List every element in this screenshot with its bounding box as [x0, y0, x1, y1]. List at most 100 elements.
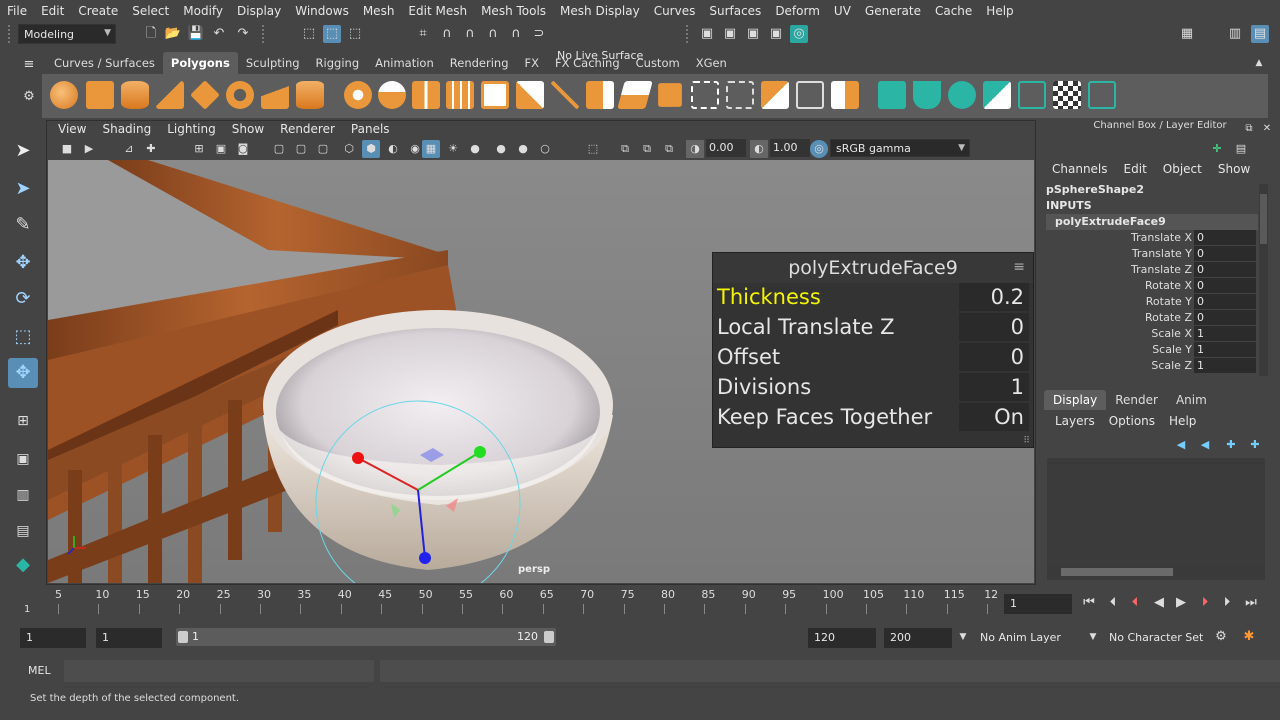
channel-attr-value[interactable]: 1: [1194, 326, 1256, 341]
menu-file[interactable]: File: [0, 4, 34, 18]
new-layer-icon[interactable]: ✚: [1222, 436, 1240, 454]
undo-icon[interactable]: ↶: [210, 25, 228, 43]
view-transform-dropdown[interactable]: sRGB gamma ▼: [830, 139, 970, 157]
shelf-tab-curves-surfaces[interactable]: Curves / Surfaces: [46, 52, 163, 74]
layer-list[interactable]: [1047, 458, 1265, 580]
playback-start-field[interactable]: 1: [96, 628, 162, 648]
shelf-settings-icon[interactable]: ⚙: [20, 88, 38, 106]
channel-box-scrollbar[interactable]: [1259, 184, 1268, 376]
poly-cone-icon[interactable]: [156, 81, 184, 109]
safe-title-icon[interactable]: ▢: [314, 140, 332, 158]
lasso-tool-icon[interactable]: ➤: [8, 174, 38, 204]
move-layer-up-icon[interactable]: ◀: [1172, 436, 1190, 454]
step-back-key-icon[interactable]: ⏴: [1126, 594, 1144, 612]
snap-curve-icon[interactable]: ∩: [438, 25, 456, 43]
step-back-frame-icon[interactable]: ⏴: [1104, 594, 1122, 612]
fill-hole-icon[interactable]: [658, 83, 682, 107]
reduce-icon[interactable]: [481, 81, 509, 109]
scale-tool-icon[interactable]: ⬚: [8, 322, 38, 352]
menu-cache[interactable]: Cache: [928, 4, 979, 18]
channel-box-menu-show[interactable]: Show: [1210, 162, 1258, 176]
gamma-field[interactable]: 1.00: [770, 139, 810, 157]
viewport-menu-view[interactable]: View: [50, 122, 94, 136]
select-object-icon[interactable]: ⬚: [323, 25, 341, 43]
poly-cylinder-icon[interactable]: [121, 81, 149, 109]
motion-blur-icon[interactable]: ⧉: [616, 140, 634, 158]
film-gate-icon[interactable]: ✚: [142, 140, 160, 158]
redo-icon[interactable]: ↷: [234, 25, 252, 43]
safe-action-icon[interactable]: ▢: [292, 140, 310, 158]
xray-icon[interactable]: ●: [492, 140, 510, 158]
move-layer-down-icon[interactable]: ◀: [1196, 436, 1214, 454]
smooth-shade-icon[interactable]: ⬢: [362, 140, 380, 158]
shelf-tab-fx-caching[interactable]: FX Caching: [547, 52, 628, 74]
insert-edge-loop-icon[interactable]: [691, 81, 719, 109]
manipulator-tool-icon[interactable]: ✥: [8, 358, 38, 388]
anim-layer-label[interactable]: No Anim Layer: [980, 631, 1061, 644]
shelf-tab-animation[interactable]: Animation: [367, 52, 442, 74]
animation-end-field[interactable]: 200: [884, 628, 952, 648]
target-weld-icon[interactable]: [761, 81, 789, 109]
graph-layout-icon[interactable]: ▤: [8, 516, 38, 546]
channel-attr-value[interactable]: 0: [1194, 262, 1256, 277]
grid-toggle-icon[interactable]: ⊿: [120, 140, 138, 158]
go-to-end-icon[interactable]: ⏭: [1242, 594, 1260, 612]
inview-row-value[interactable]: 0: [959, 313, 1029, 341]
viewport-menu-renderer[interactable]: Renderer: [272, 122, 343, 136]
new-layer-selected-icon[interactable]: ✚: [1246, 436, 1264, 454]
layer-horizontal-scrollbar[interactable]: [1047, 566, 1265, 578]
channel-box-menu-edit[interactable]: Edit: [1116, 162, 1155, 176]
channel-attr-label[interactable]: Rotate X: [1046, 279, 1192, 292]
separate-icon[interactable]: [378, 81, 406, 109]
channel-attr-label[interactable]: Scale X: [1046, 327, 1192, 340]
outliner-layout-icon[interactable]: ▥: [8, 480, 38, 510]
menu-deform[interactable]: Deform: [768, 4, 827, 18]
open-scene-icon[interactable]: 📂: [164, 25, 182, 43]
menu-set-dropdown[interactable]: Modeling ▼: [18, 24, 116, 44]
shelf-tab-polygons[interactable]: Polygons: [162, 52, 238, 74]
channel-attr-value[interactable]: 0: [1194, 294, 1256, 309]
checker-map-icon[interactable]: [1053, 81, 1081, 109]
lighting-icon[interactable]: ●: [466, 140, 484, 158]
channel-attr-value[interactable]: 0: [1194, 310, 1256, 325]
channel-attr-label[interactable]: Scale Z: [1046, 359, 1192, 372]
menu-edit[interactable]: Edit: [34, 4, 71, 18]
step-forward-frame-icon[interactable]: ⏵: [1218, 594, 1236, 612]
animation-start-field[interactable]: 1: [20, 628, 86, 648]
shelf-tab-rendering[interactable]: Rendering: [442, 52, 517, 74]
render-view-icon[interactable]: ▣: [698, 25, 716, 43]
input-node-row[interactable]: polyExtrudeFace9: [1046, 214, 1258, 230]
poly-plane-icon[interactable]: [190, 80, 220, 110]
paint-select-tool-icon[interactable]: ✎: [8, 210, 38, 240]
channel-attr-label[interactable]: Rotate Y: [1046, 295, 1192, 308]
range-slider[interactable]: 1 120: [176, 628, 556, 646]
snap-grid-icon[interactable]: ⌗: [414, 25, 432, 43]
menu-mesh[interactable]: Mesh: [356, 4, 402, 18]
render-current-icon[interactable]: ▣: [721, 25, 739, 43]
menu-mesh-display[interactable]: Mesh Display: [553, 4, 647, 18]
attribute-editor-toggle-icon[interactable]: ▤: [1232, 140, 1250, 158]
menu-mesh-tools[interactable]: Mesh Tools: [474, 4, 553, 18]
resolution-gate-icon[interactable]: ▣: [212, 140, 230, 158]
channel-box-toggle-icon[interactable]: ▤: [1251, 25, 1269, 43]
viewport-menu-panels[interactable]: Panels: [343, 122, 398, 136]
shelf-tab-xgen[interactable]: XGen: [688, 52, 735, 74]
ipr-render-icon[interactable]: ▣: [744, 25, 762, 43]
hypershade-icon[interactable]: ◎: [790, 25, 808, 43]
menu-generate[interactable]: Generate: [858, 4, 928, 18]
combine-icon[interactable]: [344, 81, 372, 109]
scrollbar-thumb[interactable]: [1260, 194, 1267, 244]
exposure-field[interactable]: 0.00: [706, 139, 746, 157]
inview-row-keep-faces-together[interactable]: Keep Faces Together On: [713, 403, 1033, 433]
channel-attr-value[interactable]: 1: [1194, 358, 1256, 373]
poly-prism-icon[interactable]: [261, 81, 289, 109]
bevel-icon[interactable]: [586, 81, 614, 109]
viewport-menu-show[interactable]: Show: [224, 122, 272, 136]
channel-attr-value[interactable]: 1: [1194, 342, 1256, 357]
render-settings-icon[interactable]: ▣: [767, 25, 785, 43]
menu-modify[interactable]: Modify: [176, 4, 230, 18]
rotate-tool-icon[interactable]: ⟳: [8, 284, 38, 314]
channel-attr-label[interactable]: Rotate Z: [1046, 311, 1192, 324]
auto-key-icon[interactable]: ⚙: [1212, 628, 1230, 646]
inview-row-thickness[interactable]: Thickness 0.2: [713, 283, 1033, 313]
